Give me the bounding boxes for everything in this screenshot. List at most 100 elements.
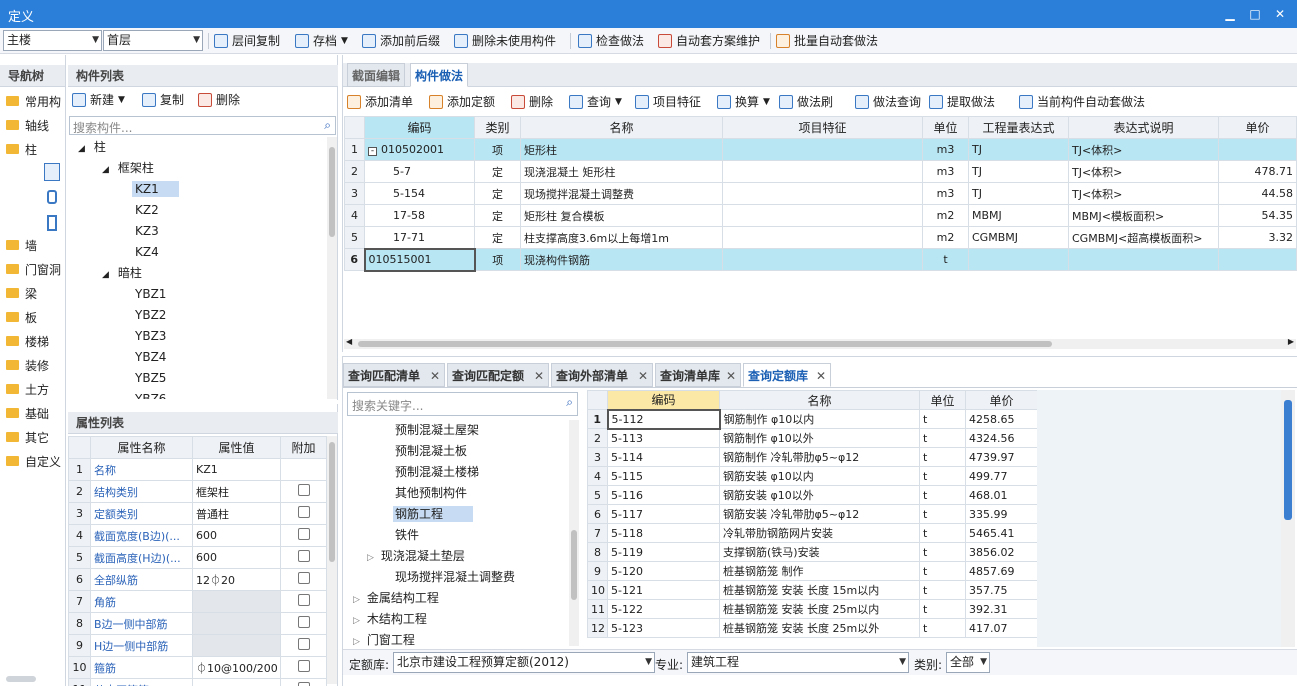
table-row[interactable]: 8 5-119 支撑钢筋(铁马)安装 t 3856.02 xyxy=(587,542,1038,562)
quota-cell[interactable]: 5-114 xyxy=(607,447,720,467)
table-row[interactable]: 2 5-113 钢筋制作 φ10以外 t 4324.56 xyxy=(587,428,1038,448)
method-cell[interactable]: TJ xyxy=(968,182,1069,205)
quota-cell[interactable]: 5-112 xyxy=(606,408,721,430)
nav-item[interactable]: 其它 xyxy=(6,426,49,448)
scroll-thumb[interactable] xyxy=(329,442,335,562)
quota-cell[interactable]: 桩基钢筋笼 安装 长度 25m以外 xyxy=(719,618,920,638)
method-toolbar-button[interactable]: 查询 ▼ xyxy=(569,92,622,112)
attach-checkbox[interactable] xyxy=(297,528,310,540)
expand-icon[interactable]: ◢ xyxy=(102,165,109,175)
method-cell[interactable]: 5-154 xyxy=(364,182,475,205)
nav-item[interactable]: 土方 xyxy=(6,378,49,400)
table-row[interactable]: 4 截面宽度(B边)(... 600 xyxy=(68,524,327,547)
column-type-icon[interactable] xyxy=(44,163,60,181)
nav-item[interactable]: 基础 xyxy=(6,402,49,424)
component-tree-scrollbar[interactable] xyxy=(327,137,337,399)
tree-item[interactable]: YBZ5 xyxy=(68,368,326,389)
method-cell[interactable]: m2 xyxy=(922,226,969,249)
tree-item[interactable]: KZ1 xyxy=(68,179,326,200)
nav-item[interactable]: 常用构 xyxy=(6,90,61,112)
method-cell[interactable]: 54.35 xyxy=(1218,204,1297,227)
new-component-button[interactable]: 新建 ▼ xyxy=(72,90,125,110)
close-icon[interactable]: ✕ xyxy=(1268,4,1292,24)
quota-cell[interactable]: 钢筋制作 冷轧带肋φ5~φ12 xyxy=(719,447,920,467)
table-row[interactable]: 2 5-7 定现浇混凝土 矩形柱 m3 TJ TJ<体积> 478.71 xyxy=(344,160,1297,183)
quota-cell[interactable]: 5-116 xyxy=(607,485,720,505)
table-row[interactable]: 1 名称 KZ1 xyxy=(68,458,327,481)
quota-cell[interactable]: t xyxy=(919,466,966,486)
quota-cell[interactable]: 4857.69 xyxy=(965,561,1038,581)
method-cell[interactable] xyxy=(722,226,923,249)
quota-cell[interactable]: 5-115 xyxy=(607,466,720,486)
table-row[interactable]: 7 5-118 冷轧带肋钢筋网片安装 t 5465.41 xyxy=(587,523,1038,543)
category-select[interactable]: 全部 ▼ xyxy=(946,652,990,673)
expand-icon[interactable]: ▷ xyxy=(367,553,374,563)
check-method-button[interactable]: 检查做法 xyxy=(578,31,644,51)
quota-cell[interactable]: 5-118 xyxy=(607,523,720,543)
add-prefix-button[interactable]: 添加前后缀 xyxy=(362,31,440,51)
tree-item[interactable]: YBZ6 xyxy=(68,389,326,399)
quota-tree-scrollbar[interactable] xyxy=(569,420,579,646)
table-row[interactable]: 4 17-58 定矩形柱 复合模板 m2 MBMJ MBMJ<模板面积> 54.35 xyxy=(344,204,1297,227)
properties-scrollbar[interactable] xyxy=(327,436,337,684)
table-row[interactable]: 1-010502001 项矩形柱 m3 TJ TJ<体积> xyxy=(344,138,1297,161)
method-toolbar-button[interactable]: 删除 xyxy=(511,92,553,112)
quota-cell[interactable]: t xyxy=(919,523,966,543)
hidden-column-icon[interactable] xyxy=(47,190,57,204)
quota-cell[interactable]: 357.75 xyxy=(965,580,1038,600)
table-row[interactable]: 11节点区箍筋 xyxy=(68,678,327,686)
nav-item[interactable]: 装修 xyxy=(6,354,49,376)
nav-item[interactable]: 楼梯 xyxy=(6,330,49,352)
method-cell[interactable] xyxy=(968,248,1069,271)
method-toolbar-button[interactable]: 项目特征 xyxy=(635,92,701,112)
table-row[interactable]: 8 B边一侧中部筋 xyxy=(68,612,327,635)
quota-cell[interactable]: t xyxy=(919,542,966,562)
table-row[interactable]: 5 17-71 定柱支撑高度3.6m以上每增1m m2 CGMBMJ CGMBMJ<超高模… xyxy=(344,226,1297,249)
method-cell[interactable]: m3 xyxy=(922,160,969,183)
method-cell[interactable]: m3 xyxy=(922,138,969,161)
attach-checkbox[interactable] xyxy=(297,616,310,628)
query-tab[interactable]: 查询定额库 ✕ xyxy=(743,363,831,387)
table-row[interactable]: 3 5-114 钢筋制作 冷轧带肋φ5~φ12 t 4739.97 xyxy=(587,447,1038,467)
query-tab[interactable]: 查询匹配清单 ✕ xyxy=(343,363,445,387)
table-row[interactable]: 6 010515001 项现浇构件钢筋 t xyxy=(344,247,1297,272)
expand-icon[interactable]: ▷ xyxy=(353,616,360,626)
quota-cell[interactable]: t xyxy=(919,409,966,429)
quota-cell[interactable]: 支撑钢筋(铁马)安装 xyxy=(719,542,920,562)
nav-item[interactable]: 板 xyxy=(6,306,37,328)
method-cell[interactable] xyxy=(722,204,923,227)
method-cell[interactable]: MBMJ<模板面积> xyxy=(1068,204,1219,227)
method-cell[interactable]: 5-7 xyxy=(364,160,475,183)
close-tab-icon[interactable]: ✕ xyxy=(726,364,736,388)
method-cell[interactable] xyxy=(722,138,923,161)
quota-cell[interactable]: 5-121 xyxy=(607,580,720,600)
nav-item[interactable]: 轴线 xyxy=(6,114,49,136)
quota-cell[interactable]: t xyxy=(919,561,966,581)
method-cell[interactable]: m3 xyxy=(922,182,969,205)
nav-item[interactable]: 墙 xyxy=(6,234,37,256)
tree-item[interactable]: KZ3 xyxy=(68,221,326,242)
table-row[interactable]: 4 5-115 钢筋安装 φ10以内 t 499.77 xyxy=(587,466,1038,486)
query-tab[interactable]: 查询匹配定额 ✕ xyxy=(447,363,549,387)
query-tab[interactable]: 查询清单库 ✕ xyxy=(655,363,741,387)
method-toolbar-button[interactable]: 做法刷 xyxy=(779,92,833,112)
query-tab[interactable]: 查询外部清单 ✕ xyxy=(551,363,653,387)
major-select[interactable]: 建筑工程 ▼ xyxy=(687,652,909,673)
method-cell[interactable]: TJ<体积> xyxy=(1068,160,1219,183)
copy-floor-button[interactable]: 层间复制 xyxy=(214,31,280,51)
quota-cell[interactable]: 钢筋安装 φ10以外 xyxy=(719,485,920,505)
quota-cell[interactable]: 4258.65 xyxy=(965,409,1038,429)
quota-cell[interactable]: 钢筋制作 φ10以内 xyxy=(719,409,920,429)
minimize-icon[interactable]: ▁ xyxy=(1218,4,1242,24)
table-row[interactable]: 3 5-154 定现场搅拌混凝土调整费 m3 TJ TJ<体积> 44.58 xyxy=(344,182,1297,205)
quota-cell[interactable]: 冷轧带肋钢筋网片安装 xyxy=(719,523,920,543)
quota-cell[interactable]: t xyxy=(919,485,966,505)
method-cell[interactable]: 定 xyxy=(474,226,521,249)
quota-cell[interactable]: 3856.02 xyxy=(965,542,1038,562)
component-search-input[interactable]: 搜索构件... ⌕ xyxy=(69,116,336,135)
end-column-icon[interactable] xyxy=(47,215,57,231)
quota-tree-item[interactable]: 现场搅拌混凝土调整费 xyxy=(347,567,569,588)
delete-unused-button[interactable]: 删除未使用构件 xyxy=(454,31,556,51)
table-row[interactable]: 5 截面高度(H边)(... 600 xyxy=(68,546,327,569)
prop-value[interactable]: 框架柱 xyxy=(192,480,281,503)
